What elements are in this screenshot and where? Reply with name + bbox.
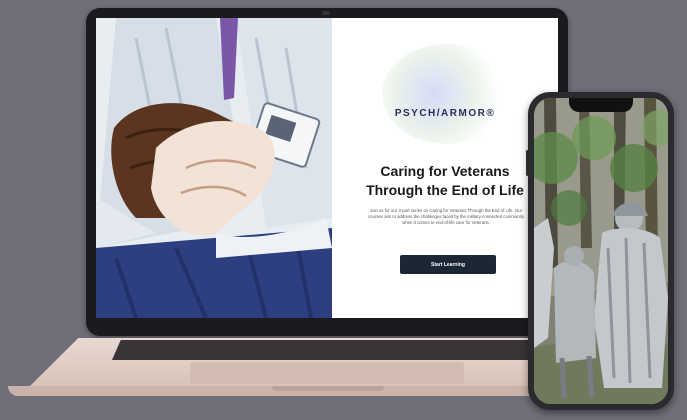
page-title-line-1: Caring for Veterans: [380, 163, 510, 179]
laptop-lid-notch: [272, 386, 384, 391]
intro-description: Join us for our 3-part series on Caring …: [368, 208, 524, 226]
laptop-keyboard: [112, 340, 550, 360]
laptop-camera: [322, 11, 330, 15]
laptop-screen: PSYCH/ARMOR® Caring for Veterans Through…: [96, 18, 558, 318]
start-learning-button[interactable]: Start Learning: [400, 255, 496, 274]
laptop-trackpad: [190, 362, 464, 384]
hero-illustration-holding-hands: [96, 18, 332, 318]
logo-watercolor-splash: [382, 44, 512, 144]
brand-logo[interactable]: PSYCH/ARMOR®: [332, 108, 558, 119]
phone-notch: [569, 98, 633, 112]
phone-screen-illustration-soldier-memorial: [534, 98, 668, 404]
laptop-lid: PSYCH/ARMOR® Caring for Veterans Through…: [86, 8, 568, 336]
smartphone: [528, 92, 674, 410]
page-title: Caring for Veterans Through the End of L…: [332, 162, 558, 200]
hero-content-panel: PSYCH/ARMOR® Caring for Veterans Through…: [332, 18, 558, 318]
page-title-line-2: Through the End of Life: [366, 182, 524, 198]
device-mockup-scene: PSYCH/ARMOR® Caring for Veterans Through…: [0, 0, 687, 420]
